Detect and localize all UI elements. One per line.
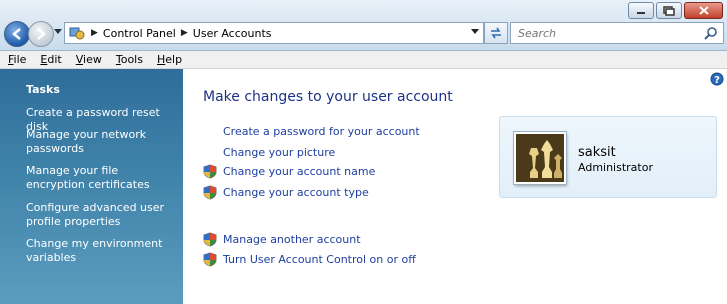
back-button[interactable] xyxy=(4,21,30,47)
svg-text:?: ? xyxy=(714,75,720,86)
uac-shield-icon xyxy=(203,232,217,247)
breadcrumb-separator-icon[interactable]: ▶ xyxy=(91,28,98,38)
tasks-heading: Tasks xyxy=(26,83,60,96)
task-manage-network-passwords[interactable]: Manage your network passwords xyxy=(26,128,176,156)
help-icon[interactable]: ? xyxy=(710,72,724,86)
search-icon[interactable] xyxy=(704,26,718,40)
menu-tools[interactable]: Tools xyxy=(108,53,149,66)
task-configure-profile-properties[interactable]: Configure advanced user profile properti… xyxy=(26,201,176,229)
arrow-right-icon xyxy=(37,28,46,40)
maximize-button[interactable] xyxy=(656,2,682,19)
avatar xyxy=(514,132,566,184)
breadcrumb-control-panel[interactable]: Control Panel xyxy=(103,27,176,40)
recent-pages-chevron-icon[interactable] xyxy=(54,29,62,35)
search-input[interactable] xyxy=(516,25,705,41)
control-panel-icon xyxy=(69,27,85,40)
link-turn-uac-on-off[interactable]: Turn User Account Control on or off xyxy=(223,253,416,266)
uac-shield-icon xyxy=(203,164,217,179)
breadcrumb-user-accounts[interactable]: User Accounts xyxy=(193,27,272,40)
chess-pieces-picture xyxy=(516,134,564,182)
user-role: Administrator xyxy=(578,161,653,174)
arrow-left-icon xyxy=(12,28,21,40)
menu-edit[interactable]: Edit xyxy=(32,53,67,66)
breadcrumb-separator-icon[interactable]: ▶ xyxy=(181,28,188,38)
refresh-button[interactable] xyxy=(484,22,508,44)
task-manage-encryption-certificates[interactable]: Manage your file encryption certificates xyxy=(26,164,176,192)
page-title: Make changes to your user account xyxy=(203,89,453,105)
menu-file[interactable]: File xyxy=(0,53,32,66)
uac-shield-icon xyxy=(203,185,217,200)
link-change-account-type[interactable]: Change your account type xyxy=(223,186,369,199)
main-content: ? Make changes to your user account Crea… xyxy=(183,69,727,304)
uac-shield-icon xyxy=(203,252,217,267)
search-box[interactable] xyxy=(510,22,724,44)
menu-help[interactable]: Help xyxy=(149,53,188,66)
link-change-picture[interactable]: Change your picture xyxy=(223,146,335,159)
close-icon xyxy=(698,6,709,15)
task-change-environment-variables[interactable]: Change my environment variables xyxy=(26,237,176,265)
menu-view[interactable]: View xyxy=(68,53,108,66)
link-create-password[interactable]: Create a password for your account xyxy=(223,125,420,138)
link-manage-another-account[interactable]: Manage another account xyxy=(223,233,361,246)
user-name: saksit xyxy=(578,145,616,160)
link-change-account-name[interactable]: Change your account name xyxy=(223,165,375,178)
minimize-icon xyxy=(637,11,645,14)
minimize-button[interactable] xyxy=(628,2,654,19)
window-controls xyxy=(628,2,723,19)
address-bar[interactable]: ▶ Control Panel ▶ User Accounts xyxy=(64,22,484,44)
close-button[interactable] xyxy=(684,2,723,19)
title-bar: ▶ Control Panel ▶ User Accounts xyxy=(0,0,727,51)
forward-button[interactable] xyxy=(28,21,54,47)
tasks-sidebar: Tasks Create a password reset disk Manag… xyxy=(0,69,183,304)
address-dropdown-icon[interactable] xyxy=(471,29,479,35)
user-card: saksit Administrator xyxy=(499,116,717,198)
menu-bar: File Edit View Tools Help xyxy=(0,51,727,69)
maximize-icon xyxy=(663,5,675,16)
refresh-icon xyxy=(491,27,501,39)
